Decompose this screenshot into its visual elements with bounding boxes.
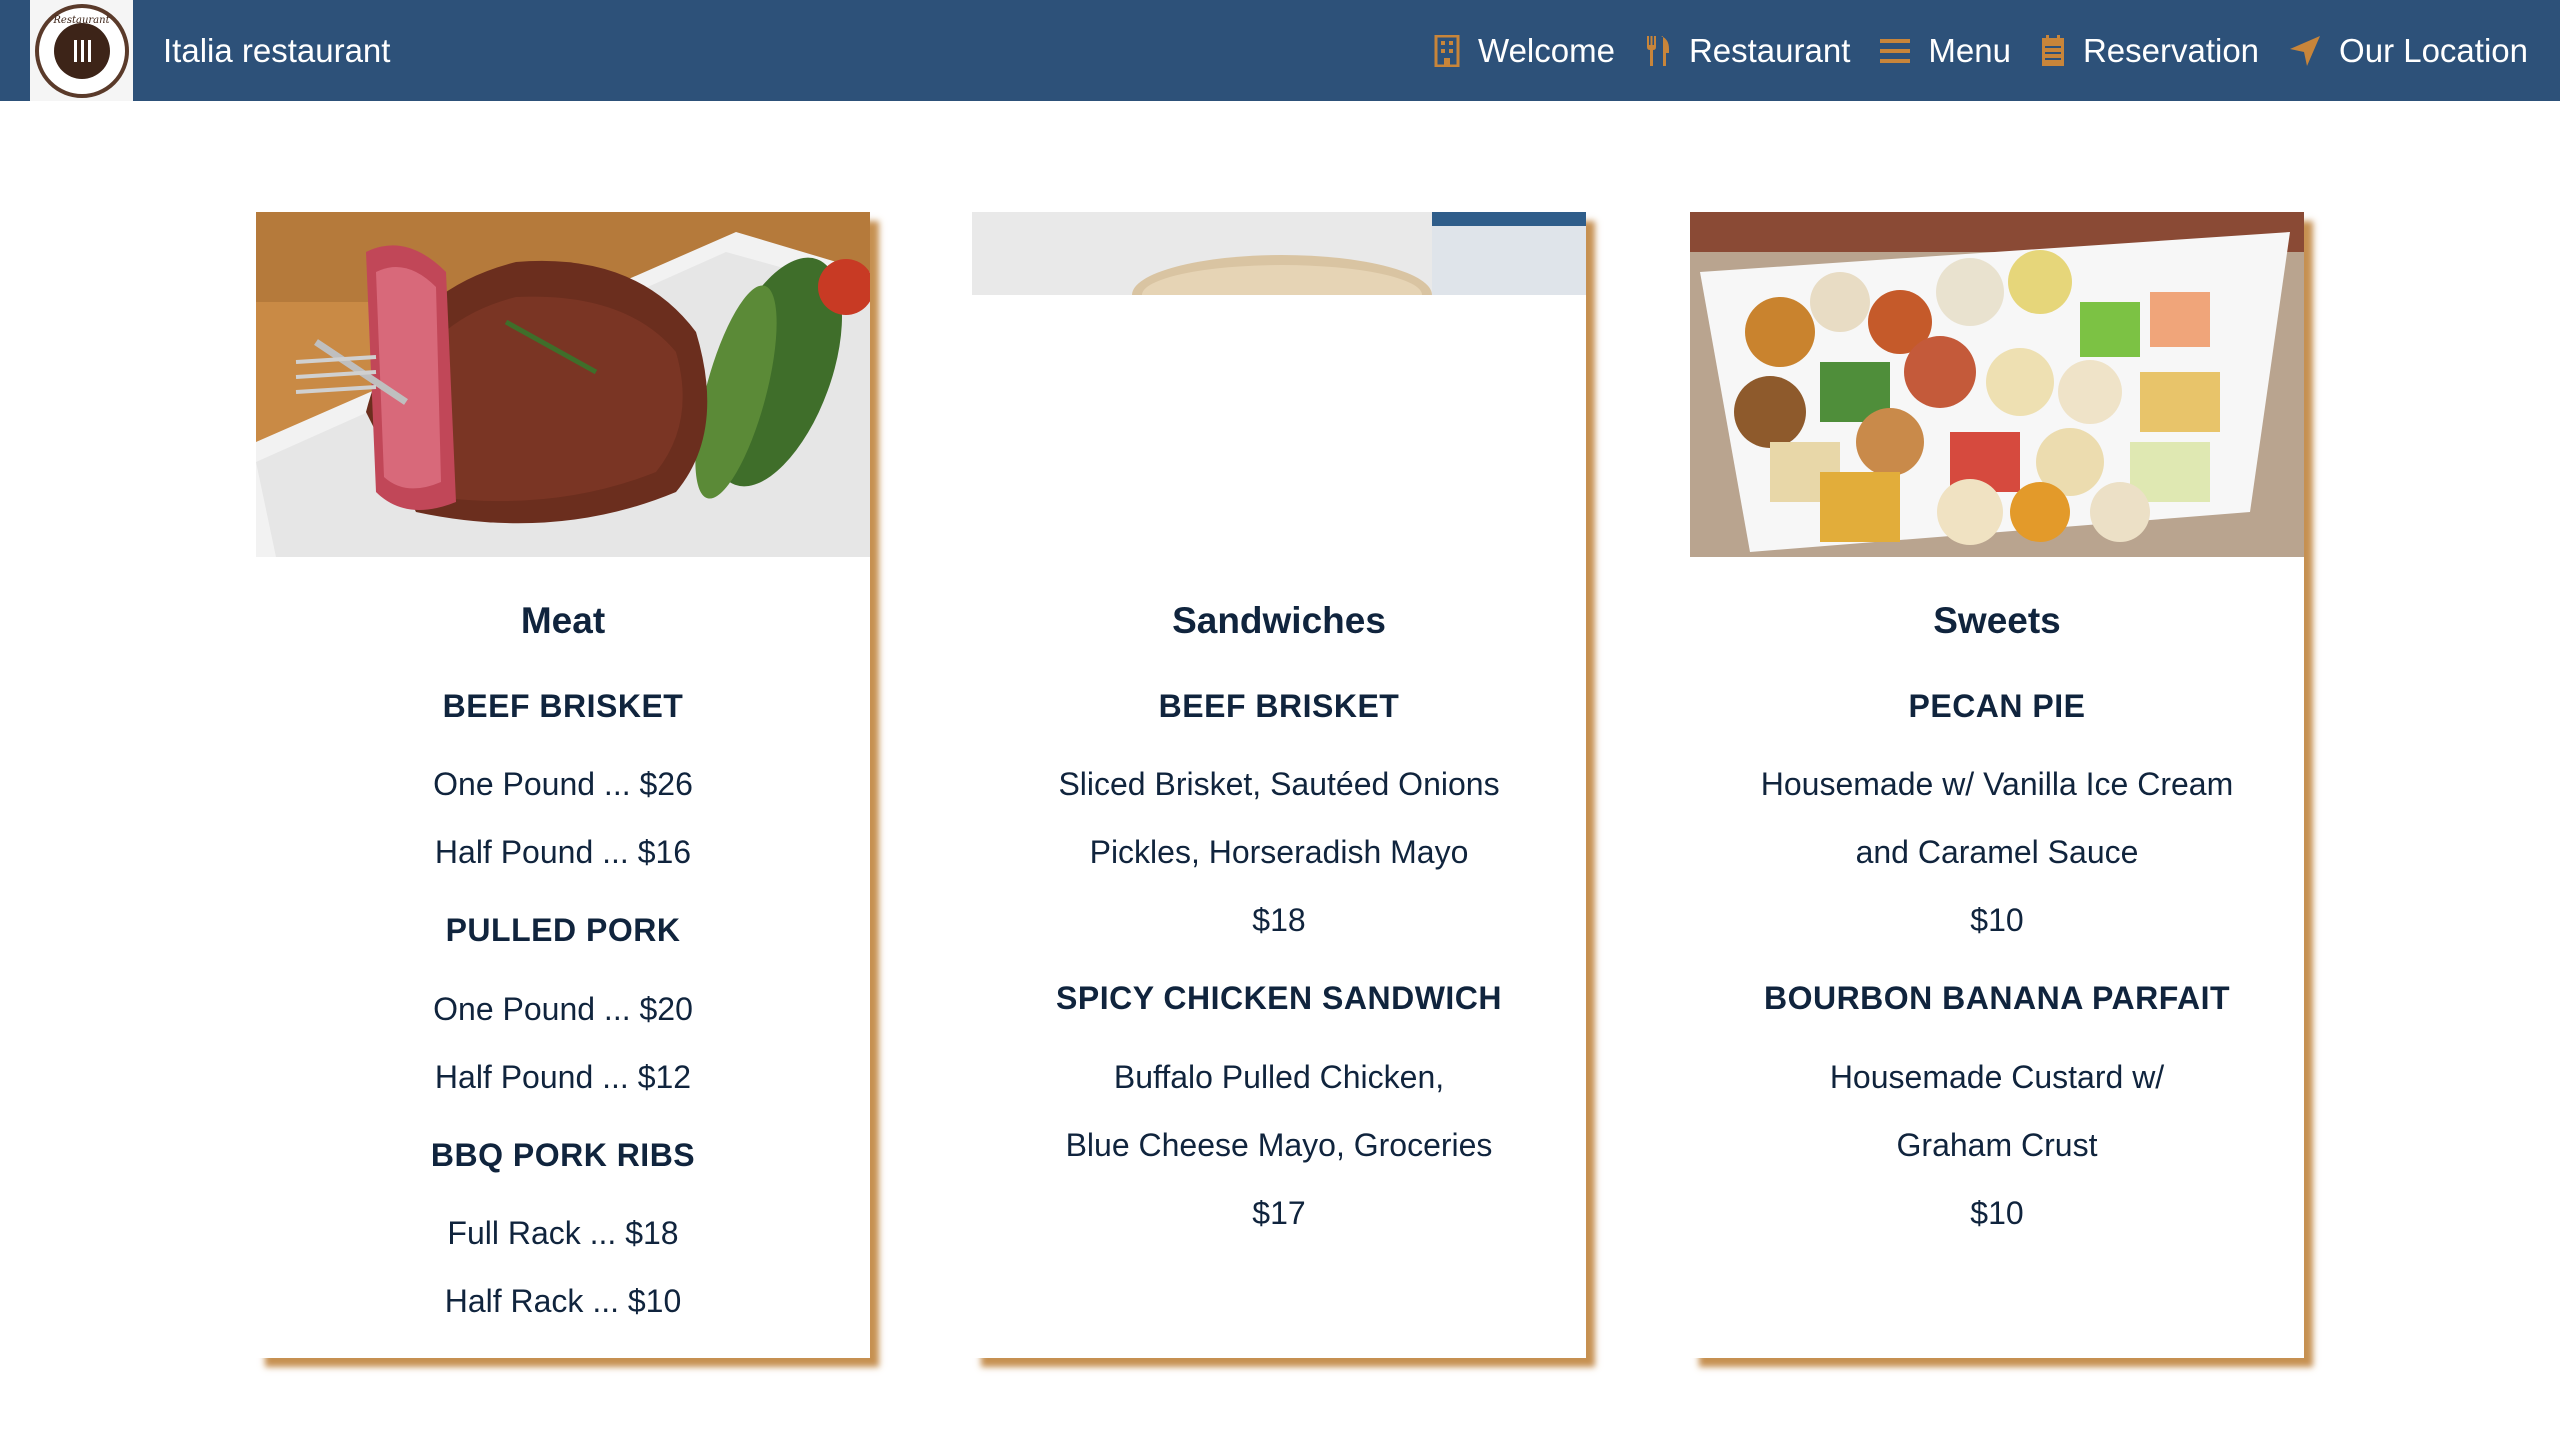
- nav-welcome[interactable]: Welcome: [1434, 32, 1615, 70]
- nav-location-label: Our Location: [2339, 31, 2528, 69]
- item-line: Half Pound ... $16: [434, 834, 692, 870]
- nav-location[interactable]: Our Location: [2289, 32, 2528, 70]
- nav-reservation[interactable]: Reservation: [2041, 32, 2259, 70]
- item-name: BEEF BRISKET: [442, 688, 684, 724]
- item-line: One Pound ... $20: [433, 991, 693, 1027]
- nav-menu[interactable]: Menu: [1880, 32, 2011, 70]
- main-nav: Welcome Restaurant Menu Reservation Our …: [1404, 0, 2528, 101]
- menu-card-sandwiches: Sandwiches BEEF BRISKET Sliced Brisket, …: [972, 212, 1586, 1358]
- sandwich-photo: [972, 212, 1586, 295]
- building-icon: [1434, 34, 1460, 67]
- sweets-photo: [1690, 212, 2304, 557]
- logo-center: [53, 22, 110, 79]
- item-line: Housemade Custard w/: [1829, 1059, 2165, 1095]
- item-line: Buffalo Pulled Chicken,: [1113, 1059, 1445, 1095]
- logo-badge: Restaurant: [34, 3, 129, 98]
- item-name: BOURBON BANANA PARFAIT: [1763, 980, 2231, 1016]
- item-line: $18: [1252, 902, 1306, 938]
- item-name: BEEF BRISKET: [1158, 688, 1400, 724]
- item-line: $10: [1970, 1195, 2024, 1231]
- menu-card-meat: Meat BEEF BRISKET One Pound ... $26 Half…: [256, 212, 870, 1358]
- item-line: One Pound ... $26: [433, 766, 693, 802]
- menu-card-sweets: Sweets PECAN PIE Housemade w/ Vanilla Ic…: [1690, 212, 2304, 1358]
- item-line: Graham Crust: [1896, 1127, 2098, 1163]
- item-line: $10: [1970, 902, 2024, 938]
- restaurant-logo[interactable]: Restaurant: [30, 0, 133, 101]
- item-line: Half Pound ... $12: [434, 1059, 692, 1095]
- item-name: BBQ PORK RIBS: [430, 1137, 696, 1173]
- location-arrow-icon: [2290, 35, 2321, 66]
- item-line: Full Rack ... $18: [447, 1215, 679, 1251]
- steak-photo: [256, 212, 870, 557]
- item-line: Half Rack ... $10: [444, 1283, 682, 1319]
- brand-name[interactable]: Italia restaurant: [163, 0, 390, 101]
- logo-arc-text: Restaurant: [53, 14, 110, 26]
- bars-icon: [1880, 38, 1911, 63]
- nav-reservation-label: Reservation: [2082, 31, 2260, 69]
- fork-knife-logo-icon: [73, 39, 91, 62]
- item-name: PECAN PIE: [1908, 688, 2086, 724]
- card-title: Sandwiches: [1172, 600, 1386, 641]
- nav-welcome-label: Welcome: [1478, 31, 1615, 69]
- item-line: Pickles, Horseradish Mayo: [1089, 834, 1469, 870]
- nav-restaurant[interactable]: Restaurant: [1645, 32, 1850, 70]
- calendar-icon: [2041, 34, 2064, 66]
- nav-restaurant-label: Restaurant: [1688, 31, 1851, 69]
- item-name: SPICY CHICKEN SANDWICH: [1056, 980, 1502, 1016]
- item-line: Housemade w/ Vanilla Ice Cream: [1760, 766, 2234, 802]
- utensils-icon: [1646, 35, 1669, 66]
- item-name: PULLED PORK: [445, 912, 681, 948]
- item-line: Blue Cheese Mayo, Groceries: [1065, 1127, 1493, 1163]
- top-navbar: Restaurant Italia restaurant Welcome Res…: [0, 0, 2560, 101]
- item-line: $17: [1252, 1195, 1306, 1231]
- item-line: Sliced Brisket, Sautéed Onions: [1058, 766, 1500, 802]
- nav-menu-label: Menu: [1928, 31, 2011, 69]
- card-title: Meat: [520, 600, 606, 641]
- item-line: and Caramel Sauce: [1855, 834, 2139, 870]
- card-title: Sweets: [1933, 600, 2061, 641]
